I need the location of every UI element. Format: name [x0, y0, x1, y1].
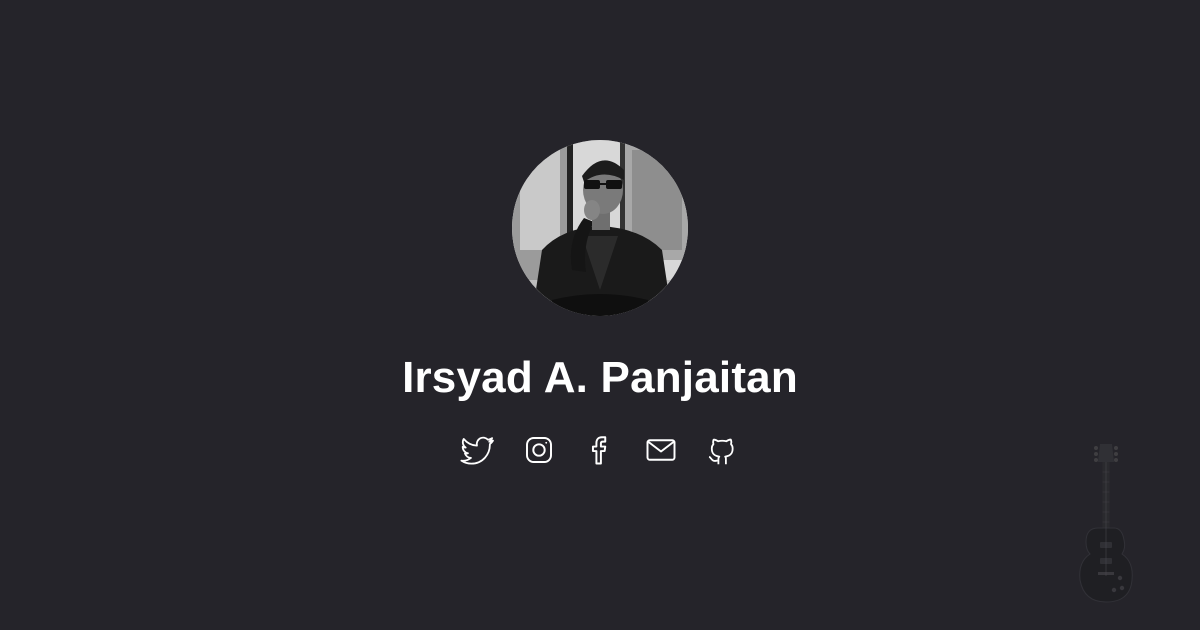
instagram-icon: [526, 437, 552, 463]
instagram-link[interactable]: [521, 432, 557, 468]
twitter-link[interactable]: [460, 432, 496, 468]
github-icon: [708, 438, 734, 465]
github-link[interactable]: [704, 432, 740, 468]
mail-link[interactable]: [643, 432, 679, 468]
avatar-photo: [512, 140, 688, 316]
facebook-link[interactable]: [582, 432, 618, 468]
twitter-icon: [460, 436, 494, 465]
mail-icon: [646, 439, 676, 461]
profile-name: Irsyad A. Panjaitan: [402, 353, 798, 402]
social-links: [460, 432, 740, 468]
facebook-icon: [591, 436, 607, 465]
avatar: [512, 140, 688, 316]
profile-card: Irsyad A. Panjaitan: [0, 0, 1200, 630]
guitar-icon: [1076, 442, 1136, 604]
